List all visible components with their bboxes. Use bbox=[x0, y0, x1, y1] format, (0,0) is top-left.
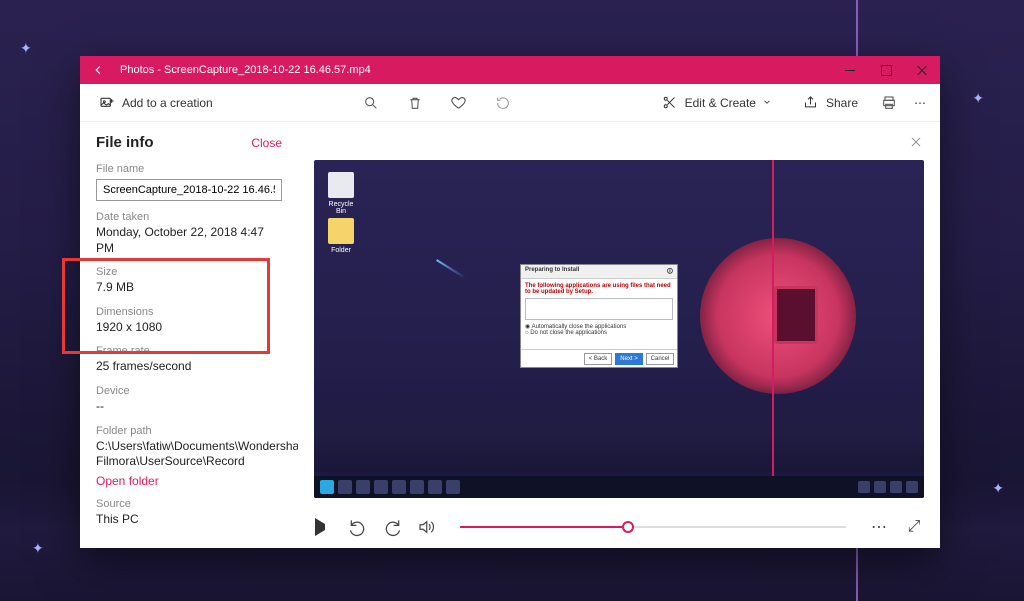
filename-input[interactable] bbox=[96, 179, 282, 201]
source-value: This PC bbox=[96, 512, 282, 528]
viewer-door bbox=[774, 286, 818, 344]
share-button[interactable]: Share bbox=[794, 90, 866, 116]
inner-dialog-icon: 🛈 bbox=[667, 267, 673, 276]
dimensions-value: 1920 x 1080 bbox=[96, 320, 282, 336]
fullscreen-button[interactable]: ⤢ bbox=[904, 517, 924, 537]
back-button[interactable] bbox=[80, 56, 116, 84]
image-plus-icon bbox=[98, 94, 116, 112]
file-info-heading: File info bbox=[96, 134, 154, 151]
inner-taskbar bbox=[314, 476, 924, 498]
star-icon: ✦ bbox=[992, 480, 1004, 497]
folder-path-label: Folder path bbox=[96, 425, 282, 437]
framerate-label: Frame rate bbox=[96, 345, 282, 357]
share-icon bbox=[802, 94, 820, 112]
chevron-down-icon bbox=[762, 96, 772, 110]
window-close-button[interactable] bbox=[904, 56, 940, 84]
inner-cancel-button: Cancel bbox=[646, 353, 674, 365]
open-folder-link[interactable]: Open folder bbox=[96, 474, 282, 488]
zoom-icon[interactable] bbox=[362, 94, 380, 112]
source-label: Source bbox=[96, 498, 282, 510]
star-icon: ✦ bbox=[972, 90, 984, 107]
seek-slider[interactable] bbox=[460, 526, 846, 528]
delete-icon[interactable] bbox=[406, 94, 424, 112]
toolbar: Add to a creation Edit & Create Share ⋯ bbox=[80, 84, 940, 122]
inner-dialog-title: Preparing to Install bbox=[525, 267, 579, 276]
inner-taskbar-icon bbox=[446, 480, 460, 494]
desktop-icon-folder: Folder bbox=[326, 218, 356, 254]
rotate-icon[interactable] bbox=[494, 94, 512, 112]
edit-create-button[interactable]: Edit & Create bbox=[653, 90, 780, 116]
content-close-button[interactable] bbox=[902, 128, 930, 156]
dimensions-label: Dimensions bbox=[96, 306, 282, 318]
video-viewer[interactable]: Recycle Bin Folder Preparing to Install 🛈… bbox=[314, 160, 924, 498]
inner-start-icon bbox=[320, 480, 334, 494]
titlebar: Photos - ScreenCapture_2018-10-22 16.46.… bbox=[80, 56, 940, 84]
share-label: Share bbox=[826, 96, 858, 110]
date-taken-value: Monday, October 22, 2018 4:47 PM bbox=[96, 225, 282, 256]
controls-more-button[interactable]: ⋯ bbox=[870, 517, 890, 537]
file-info-panel: File info Close File name Date taken Mon… bbox=[80, 122, 298, 548]
add-to-creation-button[interactable]: Add to a creation bbox=[90, 90, 221, 116]
inner-taskbar-icon bbox=[374, 480, 388, 494]
inner-setup-dialog: Preparing to Install 🛈 The following appl… bbox=[520, 264, 678, 368]
star-icon: ✦ bbox=[20, 40, 32, 57]
inner-back-button: < Back bbox=[584, 353, 612, 365]
more-button[interactable]: ⋯ bbox=[912, 94, 930, 112]
inner-next-button: Next > bbox=[615, 353, 643, 365]
edit-create-label: Edit & Create bbox=[685, 96, 756, 110]
inner-taskbar-icon bbox=[410, 480, 424, 494]
skip-forward-button[interactable] bbox=[382, 517, 402, 537]
volume-button[interactable] bbox=[416, 517, 436, 537]
scissors-icon bbox=[661, 94, 679, 112]
inner-taskbar-icon bbox=[338, 480, 352, 494]
maximize-button[interactable] bbox=[868, 56, 904, 84]
inner-dialog-opt2: Do not close the applications bbox=[530, 330, 607, 336]
size-value: 7.9 MB bbox=[96, 280, 282, 296]
window-title: Photos - ScreenCapture_2018-10-22 16.46.… bbox=[116, 64, 371, 76]
inner-taskbar-icon bbox=[356, 480, 370, 494]
date-taken-label: Date taken bbox=[96, 211, 282, 223]
playback-controls: ⋯ ⤢ bbox=[298, 506, 940, 548]
seek-thumb[interactable] bbox=[622, 521, 634, 533]
size-label: Size bbox=[96, 266, 282, 278]
folder-path-value: C:\Users\fatiw\Documents\Wondershare Fil… bbox=[96, 439, 282, 470]
viewer-comet bbox=[436, 259, 466, 279]
inner-dialog-warning: The following applications are using fil… bbox=[525, 283, 673, 295]
photos-app-window: Photos - ScreenCapture_2018-10-22 16.46.… bbox=[80, 56, 940, 548]
filename-label: File name bbox=[96, 163, 282, 175]
desktop-icon-recycle: Recycle Bin bbox=[326, 172, 356, 215]
add-to-creation-label: Add to a creation bbox=[122, 96, 213, 110]
print-icon[interactable] bbox=[880, 94, 898, 112]
framerate-value: 25 frames/second bbox=[96, 359, 282, 375]
panel-close-link[interactable]: Close bbox=[251, 136, 282, 150]
viewer-clouds bbox=[314, 386, 924, 472]
viewer-playhead-line bbox=[772, 160, 774, 476]
favorite-icon[interactable] bbox=[450, 94, 468, 112]
play-button[interactable] bbox=[314, 517, 334, 537]
skip-back-button[interactable] bbox=[348, 517, 368, 537]
star-icon: ✦ bbox=[32, 540, 44, 557]
inner-dialog-listbox bbox=[525, 298, 673, 320]
inner-taskbar-icon bbox=[392, 480, 406, 494]
device-label: Device bbox=[96, 385, 282, 397]
minimize-button[interactable] bbox=[832, 56, 868, 84]
inner-taskbar-icon bbox=[428, 480, 442, 494]
device-value: -- bbox=[96, 399, 282, 415]
